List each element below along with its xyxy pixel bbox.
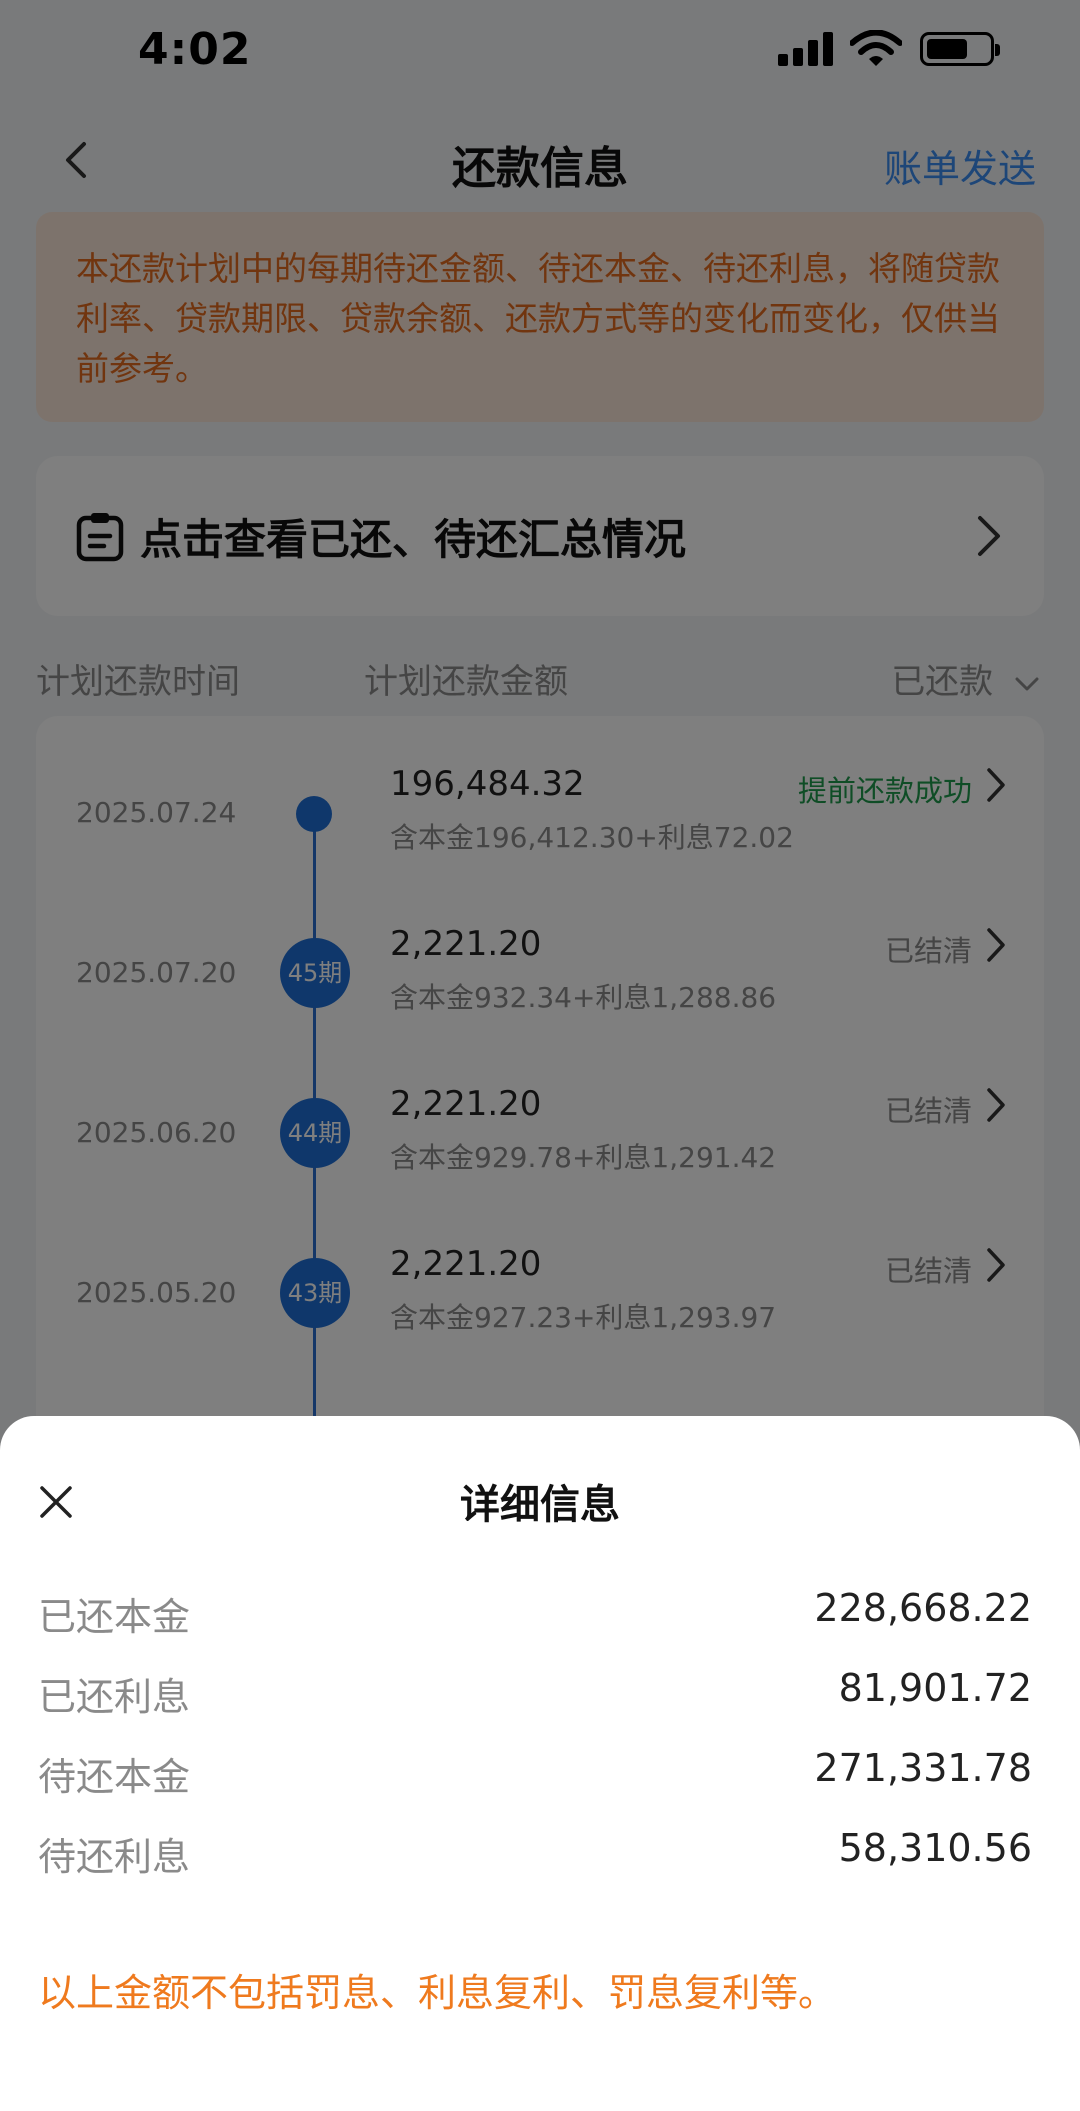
detail-label: 已还利息 bbox=[38, 1675, 191, 1719]
detail-label: 待还利息 bbox=[38, 1835, 191, 1879]
detail-row-remaining-principal: 待还本金 271,331.78 bbox=[38, 1746, 1032, 1806]
detail-row-remaining-interest: 待还利息 58,310.56 bbox=[38, 1826, 1032, 1886]
detail-label: 待还本金 bbox=[38, 1755, 191, 1799]
disclaimer-note: 以上金额不包括罚息、利息复利、罚息复利等。 bbox=[38, 1971, 837, 2015]
sheet-title: 详细信息 bbox=[460, 1482, 620, 1528]
detail-row-paid-interest: 已还利息 81,901.72 bbox=[38, 1666, 1032, 1726]
detail-label: 已还本金 bbox=[38, 1595, 191, 1639]
detail-bottom-sheet: 详细信息 已还本金 228,668.22 已还利息 81,901.72 待还本金… bbox=[0, 1416, 1080, 2111]
detail-row-paid-principal: 已还本金 228,668.22 bbox=[38, 1586, 1032, 1646]
detail-value: 228,668.22 bbox=[814, 1586, 1032, 1630]
detail-value: 271,331.78 bbox=[814, 1746, 1032, 1790]
detail-value: 58,310.56 bbox=[838, 1826, 1032, 1870]
detail-value: 81,901.72 bbox=[838, 1666, 1032, 1710]
